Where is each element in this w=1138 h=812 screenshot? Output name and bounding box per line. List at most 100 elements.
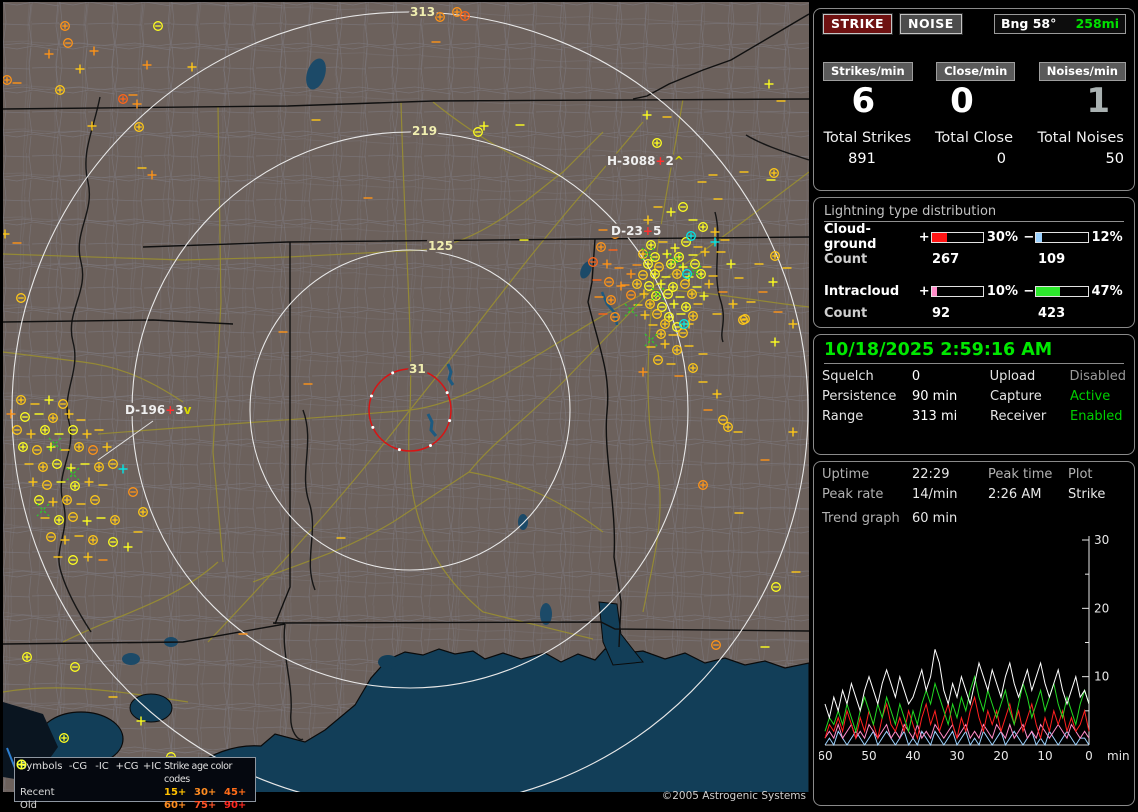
legend-age-value: 90+ (224, 800, 247, 811)
y-axis-tick-label: 30 (1094, 534, 1109, 547)
trend-series-total-strikes (824, 649, 1090, 720)
intracloud-label: Intracloud (824, 283, 900, 299)
bearing-readout: Bng 58° 258mi (994, 14, 1126, 34)
distribution-title: Lightning type distribution (824, 204, 1124, 222)
ic-negative-bar (1035, 285, 1089, 297)
range-ring-label: 125 (428, 239, 453, 253)
cg-positive-bar (930, 231, 984, 243)
squelch-value: 0 (911, 369, 921, 384)
strike-legend: Symbols -CG -IC +CG +IC Strike age color code… (14, 757, 256, 811)
plot-type-value: Strike (1068, 487, 1106, 502)
storm-cell-label: H-3088+2^ (607, 154, 684, 168)
persistence-label: Persistence (822, 389, 897, 404)
peak-rate-label: Peak rate (822, 487, 884, 502)
range-ring-label: 313 (410, 5, 435, 19)
ic-positive-bar (930, 285, 984, 297)
bearing-range: 258mi (1075, 16, 1119, 31)
legend-age-value: 75+ (194, 800, 217, 811)
close-rate: 0 (950, 81, 974, 121)
cg-count-label: Count (824, 252, 868, 267)
ic-negative-count: 423 (1038, 306, 1066, 321)
lightning-map[interactable]: 313 313 219 219 125 125 31 31 H-3088+2^ H-3088+2^… (3, 2, 809, 811)
legend-age-header: Strike age color codes (164, 761, 233, 785)
cg-negative-count: 109 (1038, 252, 1066, 267)
legend-col-header: +IC (142, 761, 162, 772)
peak-rate-value: 14/min (912, 487, 958, 502)
legend-symbol-icon (17, 763, 114, 799)
uptime-value: 22:29 (912, 467, 950, 482)
legend-symbol-icon (16, 759, 140, 812)
legend-col-header: +CG (115, 761, 139, 772)
strike-button[interactable]: STRIKE (823, 14, 893, 34)
range-ring-label: 219 (412, 124, 437, 138)
legend-col-header: -IC (95, 761, 109, 772)
receiver-status: Enabled (1070, 409, 1123, 424)
uptime-label: Uptime (822, 467, 870, 482)
legend-symbol-icon (16, 759, 90, 799)
total-close-value: 0 (996, 151, 1006, 167)
range-value: 313 mi (912, 409, 958, 424)
plot-label: Plot (1068, 467, 1093, 482)
side-panel: STRIKE NOISE Bng 58° 258mi Strikes/min C… (812, 0, 1138, 812)
x-axis-tick-label: 50 (861, 749, 876, 763)
cg-positive-pct: 30% (986, 229, 1018, 245)
range-ring-label: 31 (409, 362, 426, 376)
upload-label: Upload (989, 369, 1036, 384)
capture-status: Active (1070, 389, 1111, 404)
total-strikes-label: Total Strikes (823, 130, 912, 146)
x-axis-tick-label: 0 (1085, 749, 1093, 763)
noises-per-min-chip: Noises/min (1038, 62, 1126, 81)
legend-symbol-icon (16, 759, 140, 799)
datetime-display: 10/18/2025 2:59:16 AM (824, 340, 1124, 364)
strikes-rate: 6 (851, 81, 876, 121)
x-axis-tick-label: 10 (1037, 749, 1052, 763)
cg-positive-count: 267 (932, 252, 960, 267)
legend-row-label: Old (20, 800, 37, 811)
copyright-text: ©2005 Astrogenic Systems (661, 790, 806, 802)
close-per-min-chip: Close/min (936, 62, 1016, 81)
y-axis-tick-label: 20 (1094, 601, 1109, 615)
bearing-label: Bng 58° (1001, 16, 1057, 31)
distribution-panel: Lightning type distribution Cloud-ground… (813, 197, 1135, 328)
x-axis-tick-label: 20 (993, 749, 1008, 763)
legend-symbol-icon (16, 759, 90, 812)
ic-positive-pct: 10% (986, 283, 1018, 299)
x-axis-tick-label: 30 (949, 749, 964, 763)
noise-button[interactable]: NOISE (900, 14, 962, 34)
nexstorm-app: 313 313 219 219 125 125 31 31 H-3088+2^ H-3088+2^… (0, 0, 1138, 812)
plus-sign: + (918, 229, 930, 245)
legend-row-label: Recent (20, 787, 55, 798)
minus-sign: − (1023, 229, 1035, 245)
cloud-ground-label: Cloud-ground (824, 222, 877, 252)
upload-status: Disabled (1069, 369, 1126, 384)
legend-symbol-icon (17, 763, 114, 812)
legend-age-value: 15+ (164, 787, 187, 798)
strikes-per-min-chip: Strikes/min (823, 62, 913, 81)
legend-col-header: -CG (68, 761, 88, 772)
squelch-label: Squelch (822, 369, 874, 384)
total-strikes-value: 891 (848, 151, 876, 167)
legend-symbol-icon (17, 760, 164, 812)
x-axis-tick-label: 40 (905, 749, 920, 763)
y-axis-tick-label: 10 (1094, 670, 1109, 684)
storm-cell-label: D-23+5 (611, 224, 661, 238)
capture-label: Capture (990, 389, 1042, 404)
total-close-label: Total Close (935, 130, 1013, 146)
cg-negative-bar (1035, 231, 1089, 243)
total-noises-value: 50 (1105, 151, 1124, 167)
x-axis-unit: min (1107, 749, 1130, 763)
total-noises-label: Total Noises (1037, 130, 1124, 146)
trend-graph-value: 60 min (912, 511, 958, 526)
status-panel: 10/18/2025 2:59:16 AM Squelch 0 Upload D… (813, 334, 1135, 455)
legend-age-value: 60+ (164, 800, 187, 811)
cg-negative-pct: 12% (1091, 229, 1123, 245)
map-canvas[interactable]: 3133132192191251253131H-3088+2^H-3088+2^… (3, 2, 809, 803)
peak-time-value: 2:26 AM (988, 487, 1042, 502)
noises-rate: 1 (1086, 81, 1111, 121)
range-label: Range (822, 409, 864, 424)
trend-panel: Uptime 22:29 Peak time Plot Peak rate 14… (813, 461, 1135, 806)
counters-panel: STRIKE NOISE Bng 58° 258mi Strikes/min C… (813, 8, 1135, 191)
storm-cell-label: D-196+3v (125, 403, 192, 417)
legend-age-value: 45+ (224, 787, 247, 798)
ic-negative-pct: 47% (1091, 283, 1123, 299)
